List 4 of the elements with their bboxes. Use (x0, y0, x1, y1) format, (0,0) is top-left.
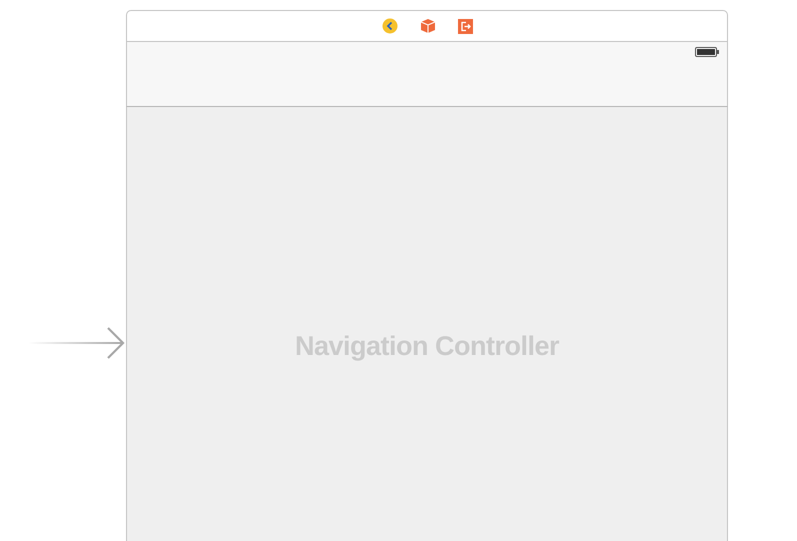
exit-icon[interactable] (458, 18, 472, 34)
battery-icon (695, 47, 719, 57)
cube-icon[interactable] (420, 18, 436, 34)
back-icon[interactable] (382, 18, 398, 34)
